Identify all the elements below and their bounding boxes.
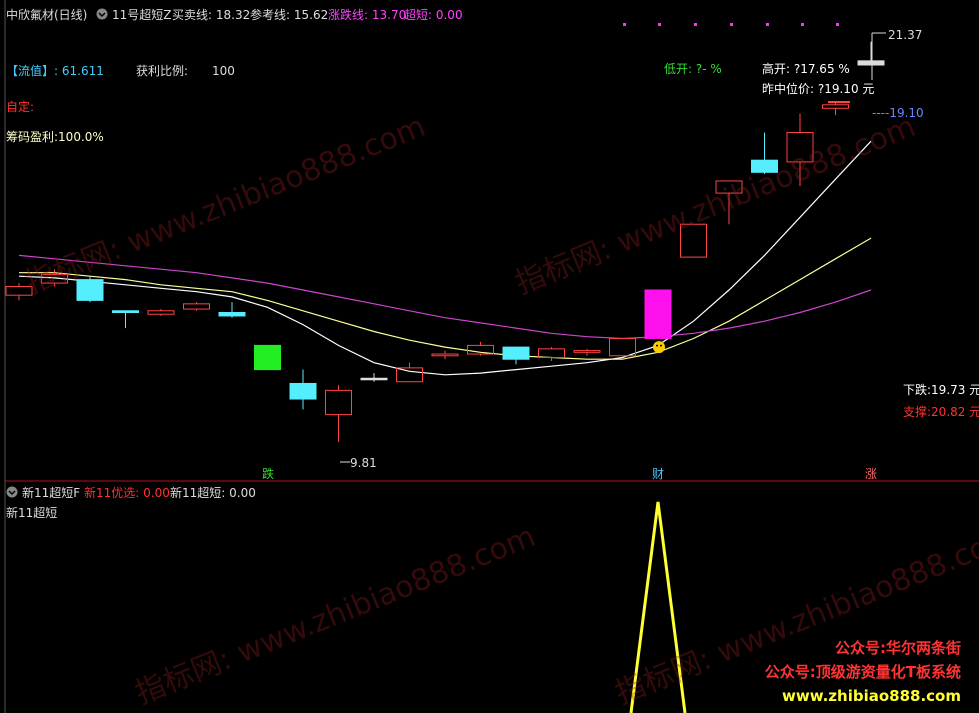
price-chart (4, 0, 979, 713)
lower-panel-label: 新11超短 (6, 506, 58, 520)
panel-frames (4, 0, 979, 713)
ma-line-3 (18, 254, 872, 340)
candle (218, 302, 246, 318)
low-price-label: 9.81 (350, 456, 377, 470)
indicator-dropdown-icon[interactable] (96, 8, 108, 23)
candle (254, 344, 281, 371)
stock-title: 中欣氟材(日线) (6, 8, 88, 22)
candle-body (325, 389, 352, 416)
candle (467, 341, 494, 356)
candle-body (289, 382, 317, 400)
liuzhi-label: 【流值】: 61.611 (6, 64, 104, 78)
magenta-dot (694, 23, 697, 26)
signal-zhang: 涨 (865, 467, 878, 481)
candle-body (254, 344, 281, 371)
candlesticks (5, 32, 886, 463)
magenta-dot (801, 23, 804, 26)
candle (857, 41, 885, 66)
ziding-label: 自定: (6, 100, 35, 114)
high-price-label: 21.37 (888, 28, 923, 42)
candle-body (5, 286, 33, 296)
candle (609, 337, 636, 357)
candle-body (218, 312, 246, 317)
candle-body (715, 180, 743, 194)
signal-die: 跌 (262, 467, 275, 481)
moving-average-lines (18, 140, 872, 376)
candle-body (360, 377, 388, 381)
mid-price-line-label: ----19.10 (872, 106, 924, 120)
candle (644, 289, 672, 339)
candle (360, 373, 388, 382)
lower-dropdown-icon[interactable] (6, 486, 18, 501)
candle-body (502, 346, 530, 360)
candle-body (786, 132, 814, 163)
candle (715, 180, 743, 225)
magenta-dot-row (623, 23, 839, 26)
high-open-label: 高开: ?17.65 % (762, 62, 850, 76)
candle (786, 113, 814, 187)
candle (325, 385, 352, 442)
candle (289, 369, 317, 410)
candle-body (857, 60, 885, 66)
candle-body (573, 350, 601, 353)
candle (538, 347, 565, 361)
lower-item-1: 新11优选: 0.00 (84, 486, 170, 500)
ultra-short-value: 超短: 0.00 (404, 8, 463, 22)
magenta-dot (766, 23, 769, 26)
candle (431, 350, 459, 360)
footer-line-3: www.zhibiao888.com (781, 687, 961, 705)
down-price-label: 下跌:19.73 元 (903, 383, 979, 397)
candle-body (396, 367, 423, 383)
candle-body (538, 348, 565, 359)
mid-price-label: 昨中位价: ?19.10 元 (762, 82, 875, 96)
candle (147, 309, 175, 316)
rise-fall-line-value: 涨跌线: 13.70 (328, 8, 407, 22)
candle-body (147, 310, 175, 315)
profit-ratio-value: 100 (212, 64, 235, 78)
candle-body (680, 223, 707, 258)
buy-sell-line-value: 买卖线: 18.32 (172, 8, 251, 22)
magenta-dot (730, 23, 733, 26)
candle-body (822, 104, 849, 109)
candle-body (112, 310, 139, 313)
profit-ratio-label: 获利比例: (136, 64, 189, 78)
candle (751, 132, 778, 175)
support-price-label: 支撑:20.82 元 (903, 405, 979, 419)
candle-body (751, 159, 778, 173)
magenta-dot (658, 23, 661, 26)
lower-item-2: 新11超短: 0.00 (170, 486, 256, 500)
candle-body (431, 353, 459, 357)
candle (112, 310, 139, 329)
footer-line-1: 公众号:华尔两条街 (835, 639, 961, 657)
magenta-dot (623, 23, 626, 26)
candle (183, 302, 210, 311)
lower-indicator (629, 501, 687, 713)
lower-indicator-name: 新11超短F (22, 486, 81, 500)
candle-body (76, 279, 104, 301)
candle (573, 348, 601, 356)
low-open-label: 低开: ?- % (664, 62, 722, 76)
signal-cai: 财 (652, 467, 665, 481)
indicator-name: 11号超短Z (112, 8, 172, 22)
candle-body (644, 289, 672, 339)
candle-body (183, 303, 210, 310)
candle-body (609, 337, 636, 357)
candle (502, 346, 530, 365)
candle (822, 103, 849, 116)
footer-line-2: 公众号:顶级游资量化T板系统 (764, 663, 961, 681)
reference-line-value: 参考线: 15.62 (250, 8, 329, 22)
candle (680, 223, 707, 258)
candle (5, 283, 33, 301)
candle (76, 276, 104, 303)
lower-spike-line (629, 501, 687, 713)
chouma-label: 筹码盈利:100.0% (6, 130, 104, 144)
smiley-icon (653, 341, 665, 354)
magenta-dot (836, 23, 839, 26)
ma-line-2 (19, 237, 872, 360)
ma-line-1 (18, 140, 872, 376)
